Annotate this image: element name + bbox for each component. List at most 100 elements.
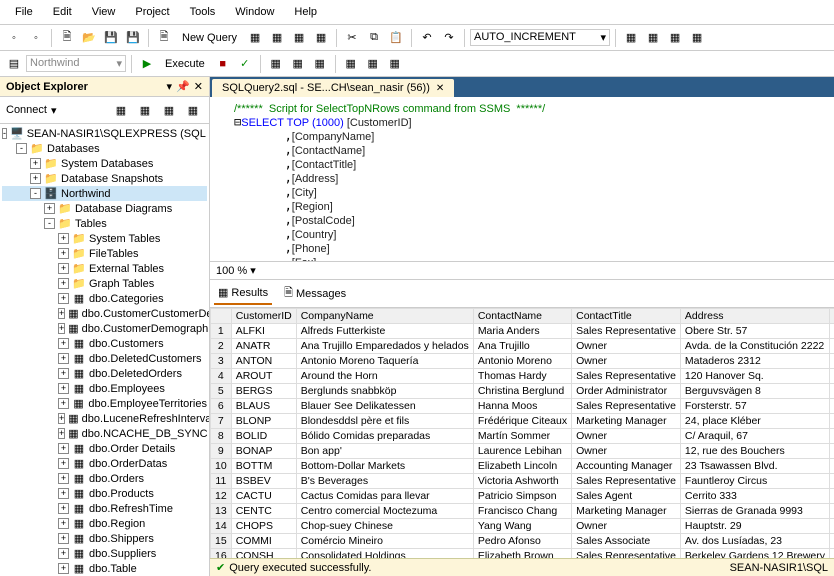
new-query-icon[interactable]: 🗎 — [154, 28, 174, 48]
menu-edit[interactable]: Edit — [43, 3, 82, 21]
cell[interactable]: ANATR — [231, 339, 296, 354]
table-row[interactable]: 1ALFKIAlfreds FutterkisteMaria AndersSal… — [211, 324, 834, 339]
cell[interactable]: CENTC — [231, 504, 296, 519]
table-row[interactable]: 7BLONPBlondesddsl père et filsFrédérique… — [211, 414, 834, 429]
tree-node[interactable]: +▦dbo.NCACHE_DB_SYNC — [2, 426, 207, 441]
cell[interactable]: Francisco Chang — [473, 504, 571, 519]
column-header[interactable]: CompanyName — [296, 309, 473, 324]
new-query-button[interactable]: New Query — [176, 30, 243, 46]
tb2-icon-2[interactable]: ▦ — [288, 54, 308, 74]
parse-icon[interactable]: ✓ — [235, 54, 255, 74]
tree-node[interactable]: +▦dbo.EmployeeTerritories — [2, 396, 207, 411]
expand-icon[interactable]: + — [58, 383, 69, 394]
connect-dropdown-icon[interactable]: ▾ — [51, 104, 57, 117]
tree-node[interactable]: +▦dbo.Employees — [2, 381, 207, 396]
cell[interactable]: Bern — [830, 519, 834, 534]
cell[interactable]: Consolidated Holdings — [296, 549, 473, 559]
cell[interactable]: BSBEV — [231, 474, 296, 489]
cell[interactable]: London — [830, 549, 834, 559]
tree-node[interactable]: +▦dbo.Shippers — [2, 531, 207, 546]
tb-icon-8[interactable]: ▦ — [687, 28, 707, 48]
expand-icon[interactable]: + — [58, 278, 69, 289]
paste-icon[interactable]: 📋 — [386, 28, 406, 48]
menu-tools[interactable]: Tools — [180, 3, 226, 21]
cell[interactable]: Owner — [572, 339, 681, 354]
cell[interactable]: Sales Representative — [572, 369, 681, 384]
tree-node[interactable]: +📁FileTables — [2, 246, 207, 261]
expand-icon[interactable]: + — [58, 533, 69, 544]
column-header[interactable]: ContactName — [473, 309, 571, 324]
tb-icon-7[interactable]: ▦ — [665, 28, 685, 48]
menu-view[interactable]: View — [82, 3, 126, 21]
cell[interactable]: Elizabeth Brown — [473, 549, 571, 559]
cell[interactable]: Christina Berglund — [473, 384, 571, 399]
tb2-icon-5[interactable]: ▦ — [363, 54, 383, 74]
cut-icon[interactable]: ✂ — [342, 28, 362, 48]
table-row[interactable]: 5BERGSBerglunds snabbköpChristina Berglu… — [211, 384, 834, 399]
cell[interactable]: Obere Str. 57 — [680, 324, 829, 339]
cell[interactable]: Around the Horn — [296, 369, 473, 384]
cell[interactable]: Bólido Comidas preparadas — [296, 429, 473, 444]
menu-help[interactable]: Help — [284, 3, 327, 21]
cell[interactable]: AROUT — [231, 369, 296, 384]
stop-icon[interactable]: ■ — [213, 54, 233, 74]
tree-node[interactable]: +▦dbo.Categories — [2, 291, 207, 306]
tree-node[interactable]: +▦dbo.CustomerDemograph — [2, 321, 207, 336]
tree-node[interactable]: +📁Graph Tables — [2, 276, 207, 291]
cell[interactable]: BLONP — [231, 414, 296, 429]
tb2-icon-3[interactable]: ▦ — [310, 54, 330, 74]
cell[interactable]: BONAP — [231, 444, 296, 459]
menu-window[interactable]: Window — [225, 3, 284, 21]
back-icon[interactable]: ◦ — [4, 28, 24, 48]
tb-icon-4[interactable]: ▦ — [311, 28, 331, 48]
results-grid[interactable]: CustomerIDCompanyNameContactNameContactT… — [210, 308, 834, 558]
cell[interactable]: Buenos Aires — [830, 489, 834, 504]
expand-icon[interactable]: + — [58, 338, 69, 349]
increment-combo[interactable]: AUTO_INCREMENT ▾ — [470, 29, 610, 46]
sql-editor[interactable]: /****** Script for SelectTopNRows comman… — [210, 97, 834, 262]
tb-icon-6[interactable]: ▦ — [643, 28, 663, 48]
cell[interactable]: Cactus Comidas para llevar — [296, 489, 473, 504]
cell[interactable]: Sales Representative — [572, 399, 681, 414]
cell[interactable]: Bottom-Dollar Markets — [296, 459, 473, 474]
tree-node[interactable]: -🗄️Northwind — [2, 186, 207, 201]
save-icon[interactable]: 💾 — [101, 28, 121, 48]
tb-icon-3[interactable]: ▦ — [289, 28, 309, 48]
cell[interactable]: Bon app' — [296, 444, 473, 459]
new-icon[interactable]: 🗎 — [57, 28, 77, 48]
oe-icon-1[interactable]: ▦ — [111, 100, 131, 120]
tree-node[interactable]: +📁System Tables — [2, 231, 207, 246]
cell[interactable]: Sao Paulo — [830, 534, 834, 549]
tb-icon-5[interactable]: ▦ — [621, 28, 641, 48]
cell[interactable]: Av. dos Lusíadas, 23 — [680, 534, 829, 549]
tree-node[interactable]: +▦dbo.OrderDatas — [2, 456, 207, 471]
table-row[interactable]: 10BOTTMBottom-Dollar MarketsElizabeth Li… — [211, 459, 834, 474]
cell[interactable]: Forsterstr. 57 — [680, 399, 829, 414]
results-tab[interactable]: ▦ Results — [214, 282, 272, 305]
expand-icon[interactable]: + — [58, 353, 69, 364]
collapse-icon[interactable]: - — [30, 188, 41, 199]
cell[interactable]: Ana Trujillo — [473, 339, 571, 354]
cell[interactable]: Pedro Afonso — [473, 534, 571, 549]
cell[interactable]: BLAUS — [231, 399, 296, 414]
collapse-icon[interactable]: - — [44, 218, 55, 229]
cell[interactable]: BOTTM — [231, 459, 296, 474]
cell[interactable]: Antonio Moreno — [473, 354, 571, 369]
cell[interactable]: México D.F. — [830, 339, 834, 354]
cell[interactable]: Blauer See Delikatessen — [296, 399, 473, 414]
cell[interactable]: London — [830, 474, 834, 489]
cell[interactable]: CONSH — [231, 549, 296, 559]
cell[interactable]: BERGS — [231, 384, 296, 399]
undo-icon[interactable]: ↶ — [417, 28, 437, 48]
tb-icon-2[interactable]: ▦ — [267, 28, 287, 48]
cell[interactable]: Laurence Lebihan — [473, 444, 571, 459]
expand-icon[interactable]: + — [58, 368, 69, 379]
expand-icon[interactable]: + — [58, 473, 69, 484]
tree-node[interactable]: +▦dbo.Customers — [2, 336, 207, 351]
table-row[interactable]: 8BOLIDBólido Comidas preparadasMartín So… — [211, 429, 834, 444]
cell[interactable]: 120 Hanover Sq. — [680, 369, 829, 384]
tree-node[interactable]: +📁External Tables — [2, 261, 207, 276]
collapse-icon[interactable]: - — [16, 143, 27, 154]
expand-icon[interactable]: + — [58, 263, 69, 274]
cell[interactable]: Cerrito 333 — [680, 489, 829, 504]
